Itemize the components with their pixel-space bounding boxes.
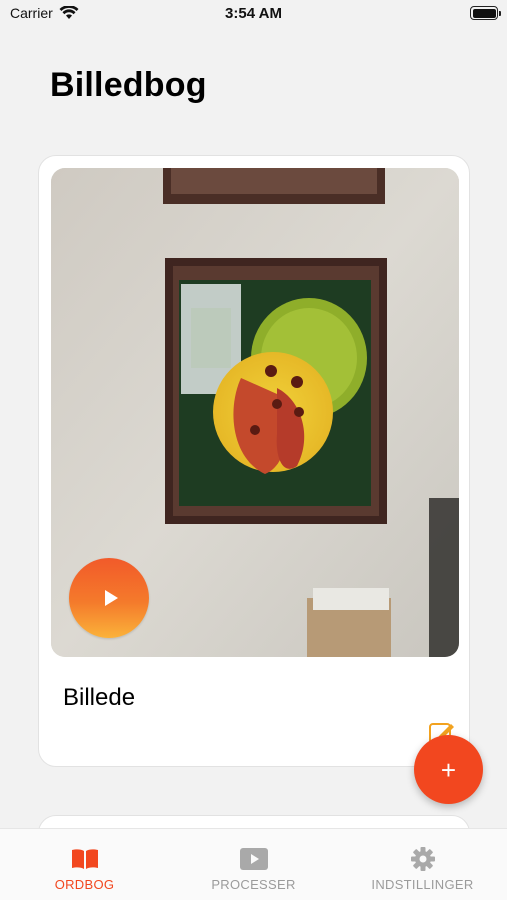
tab-ordbog[interactable]: ORDBOG: [0, 829, 169, 900]
video-play-icon: [239, 848, 268, 870]
tab-bar: ORDBOG PROCESSER INDSTILLINGER: [0, 828, 507, 900]
gear-icon: [410, 847, 435, 871]
page-title: Billedbog: [50, 66, 207, 104]
tab-indstillinger[interactable]: INDSTILLINGER: [338, 829, 507, 900]
add-button[interactable]: +: [414, 735, 483, 804]
play-icon: [104, 590, 118, 606]
play-button[interactable]: [69, 558, 149, 638]
status-time: 3:54 AM: [225, 5, 282, 22]
tab-label: INDSTILLINGER: [371, 877, 474, 892]
tab-label: PROCESSER: [211, 877, 296, 892]
tab-processer[interactable]: PROCESSER: [169, 829, 338, 900]
status-bar: Carrier 3:54 AM: [0, 0, 507, 30]
picture-card[interactable]: Billede: [38, 155, 470, 767]
card-label: Billede: [63, 684, 136, 711]
book-icon: [71, 849, 98, 869]
card-photo[interactable]: [51, 168, 459, 657]
battery-icon: [470, 6, 501, 20]
tab-label: ORDBOG: [54, 877, 115, 892]
plus-icon: +: [440, 754, 457, 785]
